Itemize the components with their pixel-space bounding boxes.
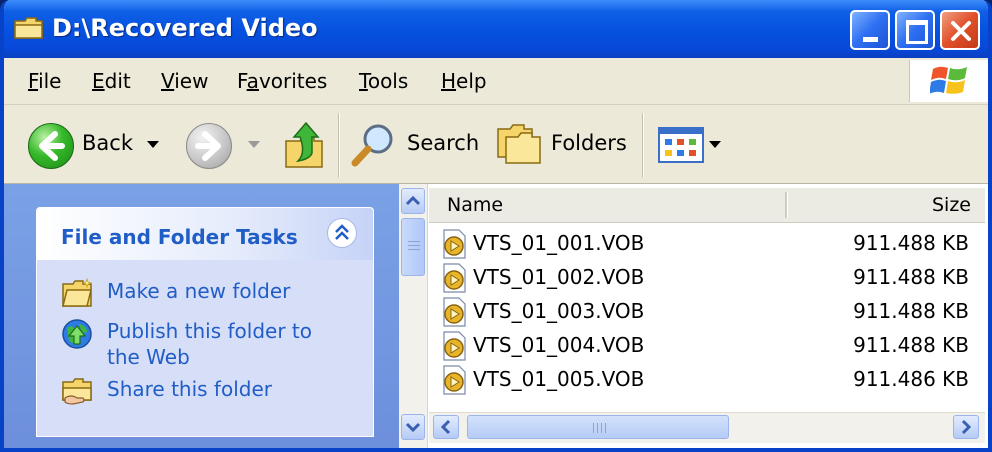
column-divider[interactable] <box>785 192 788 218</box>
toolbar: Back Search Folders <box>4 105 988 184</box>
file-size: 911.486 KB <box>853 367 969 391</box>
file-row[interactable]: VTS_01_002.VOB 911.488 KB <box>437 260 977 294</box>
scroll-left-button[interactable] <box>433 415 459 439</box>
search-icon[interactable] <box>350 121 398 171</box>
forward-dropdown-icon[interactable] <box>248 141 260 148</box>
horizontal-scroll-thumb[interactable] <box>467 415 729 439</box>
task-link-label: Publish this folder to the Web <box>107 319 312 369</box>
views-dropdown-icon[interactable] <box>709 141 721 148</box>
task-publish-web[interactable]: Publish this folder to the Web <box>61 318 312 370</box>
chevron-right-icon <box>961 419 972 435</box>
scroll-up-button[interactable] <box>401 188 425 214</box>
menu-help[interactable]: Help <box>441 69 487 93</box>
chevron-left-icon <box>440 419 451 435</box>
new-folder-icon <box>62 278 93 307</box>
task-link-label: Make a new folder <box>107 279 291 303</box>
task-make-folder[interactable]: Make a new folder <box>61 278 290 308</box>
views-icon[interactable] <box>658 127 704 163</box>
chevron-up-icon <box>335 224 349 240</box>
search-label[interactable]: Search <box>407 131 479 155</box>
minimize-button[interactable] <box>850 10 890 50</box>
back-arrow-icon <box>39 131 65 161</box>
vob-file-icon <box>443 297 466 327</box>
close-button[interactable] <box>940 10 980 50</box>
vob-file-icon <box>443 263 466 293</box>
vob-file-icon <box>443 365 466 395</box>
folders-icon[interactable] <box>496 123 544 165</box>
menu-view[interactable]: View <box>161 69 208 93</box>
scroll-thumb[interactable] <box>401 218 425 276</box>
menu-edit[interactable]: Edit <box>92 69 131 93</box>
menu-file[interactable]: File <box>28 69 61 93</box>
column-name[interactable]: Name <box>447 194 503 216</box>
toolbar-separator <box>642 113 644 177</box>
file-row[interactable]: VTS_01_001.VOB 911.488 KB <box>437 226 977 260</box>
vob-file-icon <box>443 229 466 259</box>
vertical-scrollbar[interactable] <box>399 184 428 448</box>
file-name: VTS_01_005.VOB <box>473 367 645 391</box>
menu-tools[interactable]: Tools <box>359 69 408 93</box>
chevron-up-icon <box>405 195 421 206</box>
publish-web-icon <box>62 319 92 349</box>
file-size: 911.488 KB <box>853 333 969 357</box>
back-button[interactable] <box>28 123 74 169</box>
task-link-label: Share this folder <box>107 377 272 401</box>
file-size: 911.488 KB <box>853 231 969 255</box>
up-folder-icon[interactable] <box>282 119 328 171</box>
column-size[interactable]: Size <box>932 194 971 216</box>
task-panel-header[interactable]: File and Folder Tasks <box>37 208 373 260</box>
task-pane: File and Folder Tasks Make a new folder <box>4 184 399 448</box>
close-icon <box>951 21 971 41</box>
explorer-window: D:\Recovered Video File Edit View Favori… <box>0 0 992 452</box>
chevron-down-icon <box>405 422 421 433</box>
task-share-folder[interactable]: Share this folder <box>61 376 272 406</box>
scroll-right-button[interactable] <box>953 415 979 439</box>
back-dropdown-icon[interactable] <box>147 141 159 148</box>
horizontal-scrollbar[interactable] <box>429 412 985 443</box>
file-row[interactable]: VTS_01_003.VOB 911.488 KB <box>437 294 977 328</box>
back-label[interactable]: Back <box>82 131 133 155</box>
file-name: VTS_01_002.VOB <box>473 265 645 289</box>
scroll-down-button[interactable] <box>401 414 425 440</box>
folder-icon <box>14 17 43 39</box>
windows-logo-icon <box>930 66 967 94</box>
vob-file-icon <box>443 331 466 361</box>
collapse-button[interactable] <box>327 218 357 248</box>
folders-label[interactable]: Folders <box>551 131 627 155</box>
file-row[interactable]: VTS_01_004.VOB 911.488 KB <box>437 328 977 362</box>
file-folder-tasks-panel: File and Folder Tasks Make a new folder <box>36 207 374 437</box>
task-panel-title: File and Folder Tasks <box>61 225 298 249</box>
forward-button[interactable] <box>186 123 232 169</box>
share-folder-icon <box>62 378 92 405</box>
title-bar[interactable]: D:\Recovered Video <box>4 0 988 58</box>
minimize-icon <box>863 37 878 42</box>
column-header: Name Size <box>429 188 985 223</box>
file-list-view: Name Size VTS_01_001.VOB 911.488 KB VTS_… <box>399 184 988 448</box>
file-name: VTS_01_003.VOB <box>473 299 645 323</box>
windows-logo-box <box>909 60 988 102</box>
window-title: D:\Recovered Video <box>52 14 318 42</box>
file-size: 911.488 KB <box>853 299 969 323</box>
file-name: VTS_01_001.VOB <box>473 231 645 255</box>
file-size: 911.488 KB <box>853 265 969 289</box>
file-row[interactable]: VTS_01_005.VOB 911.486 KB <box>437 362 977 396</box>
toolbar-separator <box>338 113 340 177</box>
menu-bar: File Edit View Favorites Tools Help <box>4 58 988 105</box>
forward-arrow-icon <box>195 131 221 161</box>
menu-favorites[interactable]: Favorites <box>237 69 327 93</box>
file-name: VTS_01_004.VOB <box>473 333 645 357</box>
maximize-button[interactable] <box>895 10 935 50</box>
maximize-icon <box>906 20 928 44</box>
